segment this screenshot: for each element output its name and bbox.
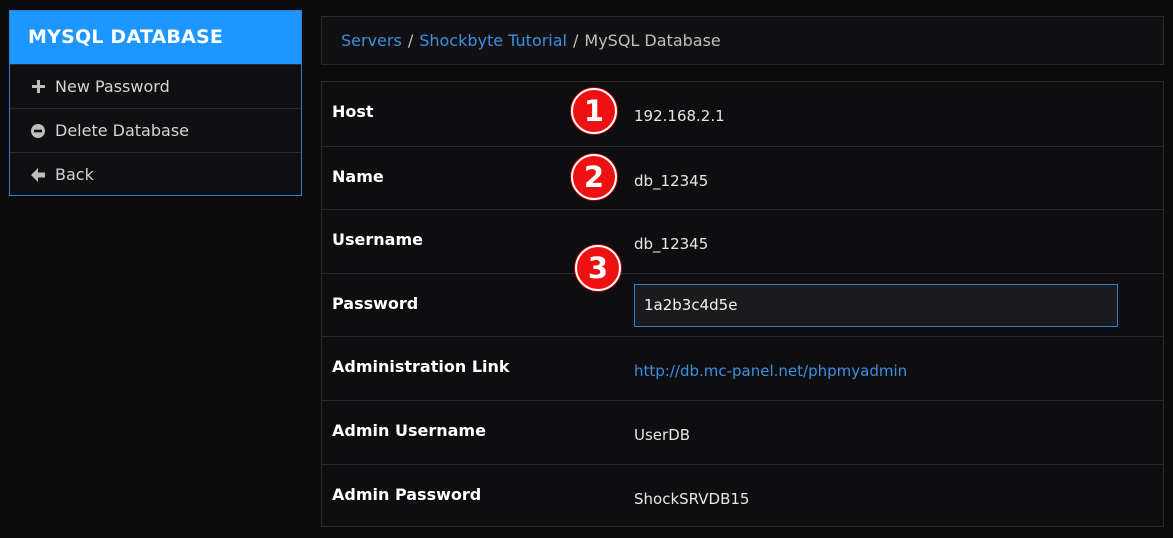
breadcrumb-servers-link[interactable]: Servers: [341, 31, 402, 50]
sidebar: MYSQL DATABASE New Password Delete Datab…: [9, 10, 302, 196]
table-row-name: Name db_12345: [322, 145, 1163, 210]
table-row-password: Password: [322, 272, 1163, 337]
name-label: Name: [332, 166, 384, 186]
password-label: Password: [332, 293, 419, 313]
annotation-marker-1: 1: [571, 88, 617, 134]
breadcrumb-current: MySQL Database: [584, 31, 721, 50]
sidebar-item-label: New Password: [55, 77, 170, 96]
sidebar-item-delete-database[interactable]: Delete Database: [10, 108, 301, 152]
admin-username-value: UserDB: [634, 425, 691, 444]
name-value: db_12345: [634, 171, 709, 190]
table-row-host: Host 192.168.2.1: [322, 82, 1163, 146]
annotation-marker-2: 2: [571, 154, 617, 200]
plus-icon: [30, 79, 46, 95]
admin-password-label: Admin Password: [332, 484, 482, 504]
arrow-left-icon: [30, 167, 46, 183]
host-label: Host: [332, 102, 374, 121]
sidebar-item-label: Back: [55, 165, 94, 184]
host-value: 192.168.2.1: [634, 107, 725, 125]
table-row-admin-link: Administration Link http://db.mc-panel.n…: [322, 336, 1163, 400]
admin-username-label: Admin Username: [332, 420, 486, 440]
minus-circle-icon: [30, 123, 46, 139]
breadcrumb-separator: /: [407, 31, 414, 50]
sidebar-item-label: Delete Database: [55, 121, 189, 140]
breadcrumb-server-link[interactable]: Shockbyte Tutorial: [419, 31, 567, 50]
sidebar-title: MYSQL DATABASE: [10, 11, 301, 64]
admin-link[interactable]: http://db.mc-panel.net/phpmyadmin: [634, 362, 907, 380]
table-row-admin-password: Admin Password ShockSRVDB15: [322, 463, 1163, 528]
admin-password-value: ShockSRVDB15: [634, 489, 750, 508]
admin-link-label: Administration Link: [332, 357, 510, 377]
username-label: Username: [332, 230, 423, 250]
breadcrumb-separator: /: [573, 31, 579, 50]
database-details-table: Host 192.168.2.1 Name db_12345 Username …: [321, 81, 1164, 527]
breadcrumb: Servers / Shockbyte Tutorial / MySQL Dat…: [321, 16, 1164, 65]
table-row-admin-username: Admin Username UserDB: [322, 399, 1163, 464]
annotation-marker-3: 3: [575, 245, 621, 291]
sidebar-item-back[interactable]: Back: [10, 152, 301, 196]
sidebar-item-new-password[interactable]: New Password: [10, 64, 301, 108]
table-row-username: Username db_12345: [322, 209, 1163, 273]
password-field[interactable]: [634, 283, 1118, 327]
username-value: db_12345: [634, 235, 709, 254]
